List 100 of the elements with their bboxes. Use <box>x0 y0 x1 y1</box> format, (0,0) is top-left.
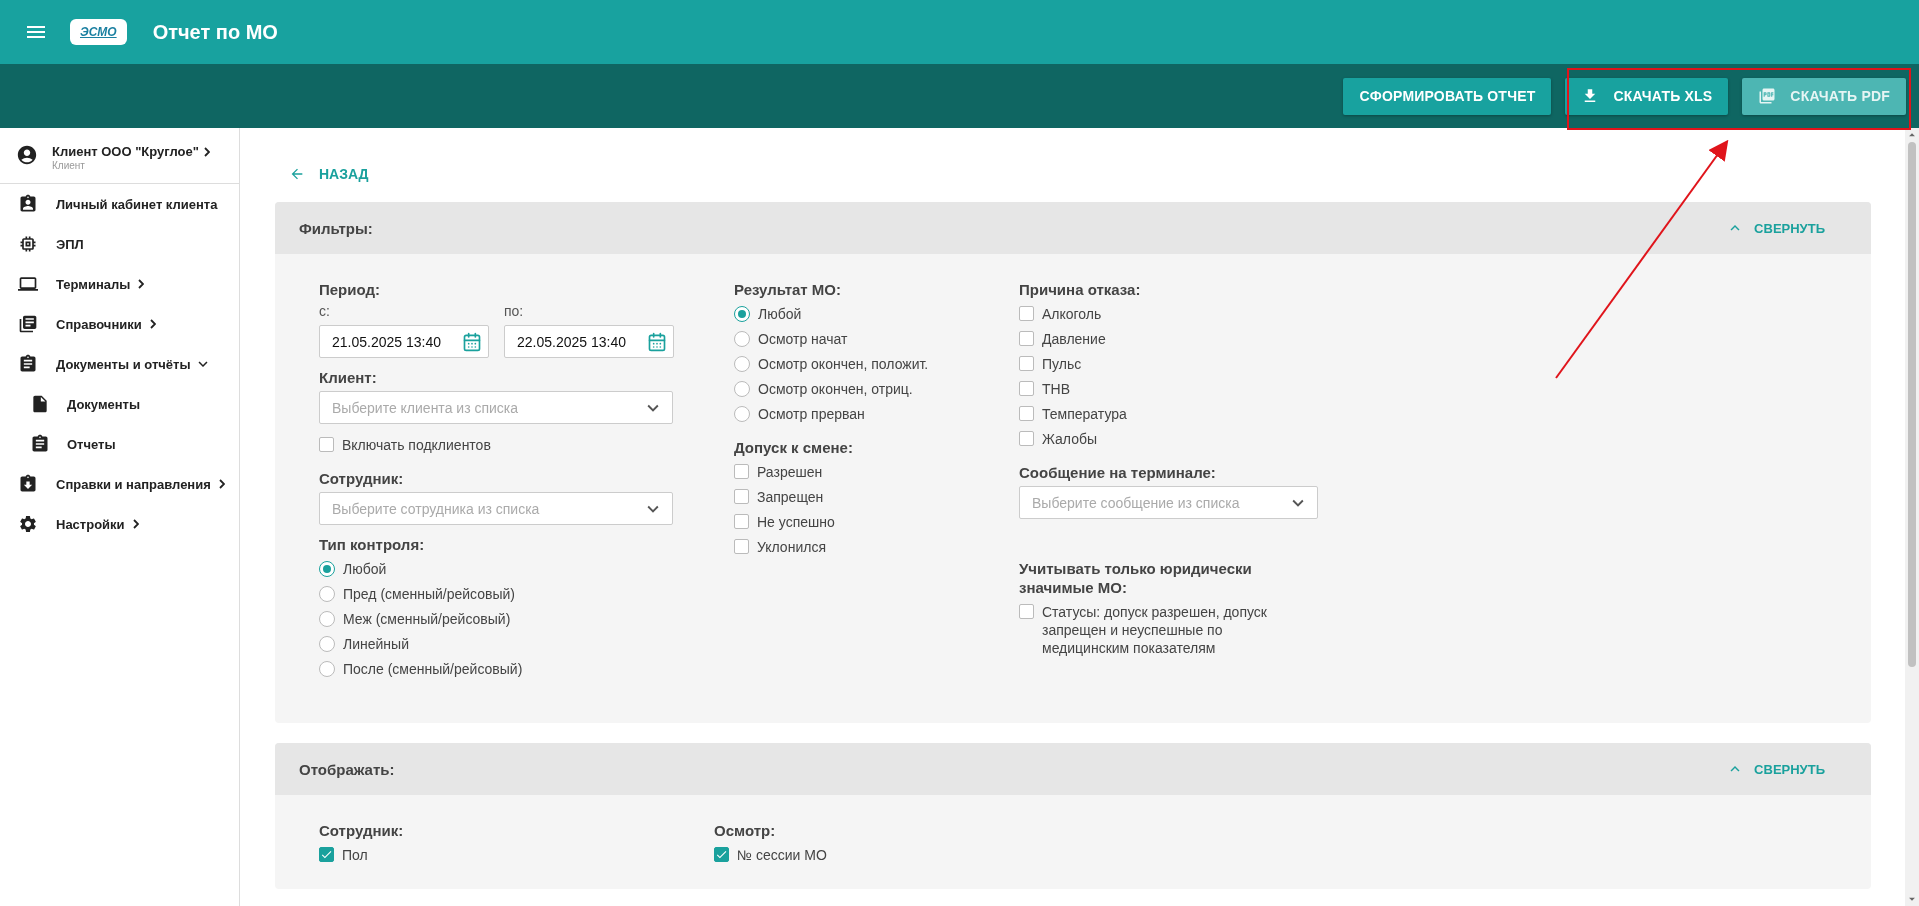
checkbox-option[interactable]: Пульс <box>1019 353 1319 378</box>
radio-option[interactable]: Любой <box>734 303 958 328</box>
clipboard-arrow-icon <box>18 474 38 494</box>
checkbox[interactable] <box>1019 406 1034 421</box>
checkbox-option[interactable]: Включать подклиентов <box>319 434 673 459</box>
chevron-right-icon <box>132 519 139 529</box>
check-icon <box>715 848 728 861</box>
checkbox-option[interactable]: № сессии МО <box>714 844 1014 869</box>
checkbox-option[interactable]: Алкоголь <box>1019 303 1319 328</box>
checkbox[interactable] <box>1019 331 1034 346</box>
field-label: Тип контроля: <box>319 535 426 554</box>
field-label: Осмотр: <box>714 821 777 840</box>
sidebar-subitem[interactable]: Отчеты <box>0 424 239 464</box>
date-field[interactable]: 21.05.2025 13:40 <box>319 325 489 358</box>
radio-button[interactable] <box>319 661 335 677</box>
date-field[interactable]: 22.05.2025 13:40 <box>504 325 674 358</box>
field-label: Учитывать только юридически значимые МО: <box>1019 559 1253 597</box>
chevron-right-icon <box>218 479 225 489</box>
field-label: Сотрудник: <box>319 469 405 488</box>
radio-button[interactable] <box>734 331 750 347</box>
sidebar-item[interactable]: ЭПЛ <box>0 224 239 264</box>
checkbox[interactable] <box>734 464 749 479</box>
badge-clipboard-icon <box>18 194 38 214</box>
radio-option[interactable]: Осмотр прерван <box>734 403 958 428</box>
scrollbar-thumb[interactable] <box>1908 142 1916 667</box>
radio-option[interactable]: Линейный <box>319 633 673 658</box>
logo: ЭСМО <box>70 19 127 45</box>
radio-button[interactable] <box>319 611 335 627</box>
chip-icon <box>18 234 38 254</box>
checkbox-option[interactable]: Уклонился <box>734 536 958 561</box>
back-arrow-icon <box>289 166 305 182</box>
field-label: с: <box>319 303 331 319</box>
chevron-right-icon <box>203 146 210 157</box>
radio-option[interactable]: Меж (сменный/рейсовый) <box>319 608 673 633</box>
checkbox-option[interactable]: Запрещен <box>734 486 958 511</box>
clipboard-icon <box>18 354 38 374</box>
checkbox-option[interactable]: Давление <box>1019 328 1319 353</box>
checkbox[interactable] <box>714 847 729 862</box>
chevron-right-icon <box>138 279 145 289</box>
checkbox[interactable] <box>734 489 749 504</box>
field-label: Результат МО: <box>734 280 842 299</box>
panel-title: Фильтры: <box>299 219 373 237</box>
laptop-icon <box>18 274 38 294</box>
sidebar-item[interactable]: Личный кабинет клиента <box>0 184 239 224</box>
radio-option[interactable]: После (сменный/рейсовый) <box>319 658 673 683</box>
field-label: Причина отказа: <box>1019 280 1142 299</box>
sidebar-item[interactable]: Справки и направления <box>0 464 239 504</box>
user-role: Клиент <box>52 160 86 171</box>
checkbox[interactable] <box>1019 431 1034 446</box>
clipboard-icon <box>30 434 50 454</box>
checkbox-option[interactable]: Пол <box>319 844 714 869</box>
sidebar-item[interactable]: Терминалы <box>0 264 239 304</box>
radio-button[interactable] <box>734 406 750 422</box>
page-title: Отчет по МО <box>152 20 278 44</box>
checkbox-option[interactable]: Жалобы <box>1019 428 1319 453</box>
radio-button[interactable] <box>734 356 750 372</box>
field-label: Период: <box>319 280 381 299</box>
checkbox[interactable] <box>1019 381 1034 396</box>
radio-button[interactable] <box>734 306 750 322</box>
user-name[interactable]: Клиент ООО "Круглое" <box>52 144 210 159</box>
calendar-icon[interactable] <box>462 331 482 352</box>
radio-option[interactable]: Осмотр начат <box>734 328 958 353</box>
field-label: Клиент: <box>319 368 378 387</box>
calendar-icon[interactable] <box>647 331 667 352</box>
field-label: по: <box>504 303 525 319</box>
radio-option[interactable]: Любой <box>319 558 673 583</box>
checkbox[interactable] <box>734 539 749 554</box>
radio-option[interactable]: Осмотр окончен, положит. <box>734 353 958 378</box>
checkbox[interactable] <box>1019 306 1034 321</box>
radio-option[interactable]: Пред (сменный/рейсовый) <box>319 583 673 608</box>
checkbox[interactable] <box>1019 356 1034 371</box>
checkbox-option[interactable]: Разрешен <box>734 461 958 486</box>
checkbox-option[interactable]: ТНВ <box>1019 378 1319 403</box>
field-label: Допуск к смене: <box>734 438 854 457</box>
radio-button[interactable] <box>734 381 750 397</box>
check-icon <box>320 848 333 861</box>
radio-button[interactable] <box>319 561 335 577</box>
checkbox-option[interactable]: Не успешно <box>734 511 958 536</box>
checkbox-option[interactable]: Температура <box>1019 403 1319 428</box>
checkbox[interactable] <box>1019 604 1034 619</box>
settings-icon <box>18 514 38 534</box>
chevron-right-icon <box>149 319 156 329</box>
pdf-icon <box>1758 87 1777 105</box>
books-icon <box>18 314 38 334</box>
field-label: Сотрудник: <box>319 821 405 840</box>
panel-title: Отображать: <box>299 760 395 778</box>
checkbox[interactable] <box>319 437 334 452</box>
document-icon <box>30 394 50 414</box>
sidebar-item[interactable]: Документы и отчёты <box>0 344 239 384</box>
user-avatar-icon <box>16 144 38 166</box>
sidebar-item[interactable]: Справочники <box>0 304 239 344</box>
radio-button[interactable] <box>319 636 335 652</box>
sidebar-subitem[interactable]: Документы <box>0 384 239 424</box>
checkbox[interactable] <box>319 847 334 862</box>
radio-option[interactable]: Осмотр окончен, отриц. <box>734 378 958 403</box>
radio-button[interactable] <box>319 586 335 602</box>
checkbox-option[interactable]: Статусы: допуск разрешен, допуск запрещен и неуспешные по медицинским показателям <box>1019 601 1319 657</box>
field-label: Сообщение на терминале: <box>1019 463 1217 482</box>
sidebar-item[interactable]: Настройки <box>0 504 239 544</box>
checkbox[interactable] <box>734 514 749 529</box>
